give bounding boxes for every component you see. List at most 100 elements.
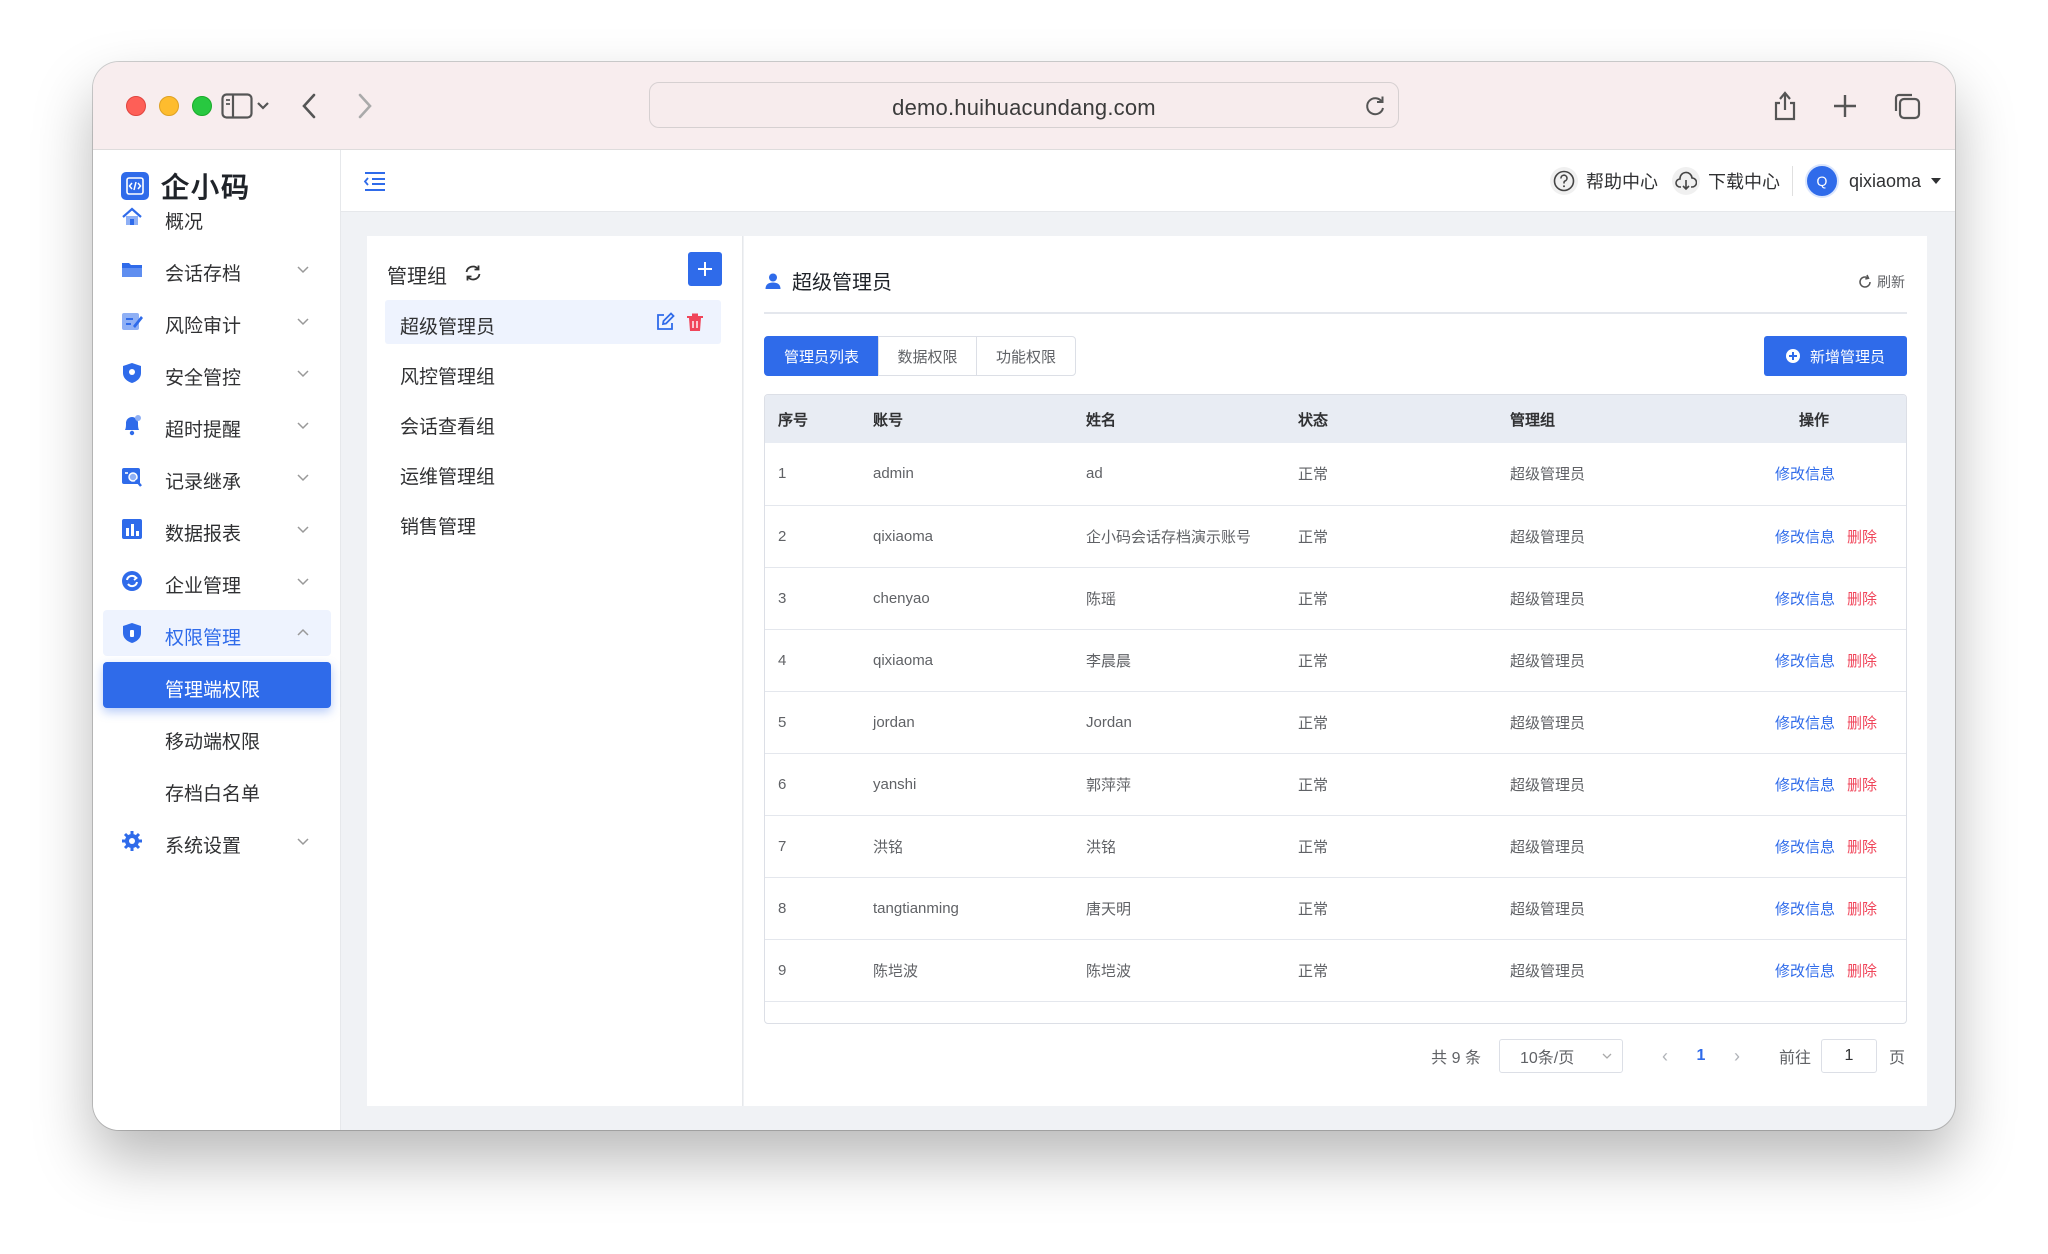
row-group: 超级管理员: [1510, 962, 1586, 980]
tab-overview-icon[interactable]: [1887, 86, 1927, 126]
delete-link[interactable]: 删除: [1847, 653, 1877, 670]
close-window-button[interactable]: [126, 96, 146, 116]
table-row: 7 洪铭 洪铭 正常 超级管理员 修改信息 删除: [765, 815, 1906, 877]
chevron-down-icon: [297, 578, 309, 586]
group-item[interactable]: 会话查看组: [385, 400, 721, 444]
delete-link[interactable]: 删除: [1847, 777, 1877, 794]
edit-info-link[interactable]: 修改信息: [1775, 529, 1835, 546]
audit-icon: [122, 313, 143, 330]
tab-function-permission[interactable]: 功能权限: [976, 336, 1077, 376]
minimize-window-button[interactable]: [159, 96, 179, 116]
row-actions: 修改信息 删除: [1709, 753, 1906, 815]
tab-admin-list[interactable]: 管理员列表: [764, 336, 880, 376]
sidebar-item-security[interactable]: 安全管控: [103, 350, 331, 396]
edit-info-link[interactable]: 修改信息: [1775, 963, 1835, 980]
new-tab-icon[interactable]: [1825, 86, 1865, 126]
prev-page-button[interactable]: ‹: [1647, 1046, 1683, 1067]
share-icon[interactable]: [1765, 86, 1805, 126]
edit-info-link[interactable]: 修改信息: [1775, 839, 1835, 856]
delete-link[interactable]: 删除: [1847, 715, 1877, 732]
chevron-down-icon[interactable]: [251, 86, 275, 126]
edit-info-link[interactable]: 修改信息: [1775, 715, 1835, 732]
download-center-link[interactable]: 下载中心: [1671, 167, 1780, 195]
edit-info-link[interactable]: 修改信息: [1775, 653, 1835, 670]
row-group: 超级管理员: [1510, 652, 1586, 670]
row-group: 超级管理员: [1510, 838, 1586, 856]
current-page[interactable]: 1: [1683, 1047, 1719, 1065]
tab-data-permission[interactable]: 数据权限: [877, 336, 978, 376]
page-size-select[interactable]: 10条/页: [1498, 1039, 1623, 1073]
address-bar[interactable]: demo.huihuacundang.com: [649, 82, 1399, 128]
edit-info-link[interactable]: 修改信息: [1775, 466, 1835, 483]
row-number: 6: [778, 775, 787, 793]
delete-link[interactable]: 删除: [1847, 963, 1877, 980]
edit-info-link[interactable]: 修改信息: [1775, 901, 1835, 918]
group-item[interactable]: 运维管理组: [385, 450, 721, 494]
sidebar-item-data-report[interactable]: 数据报表: [103, 506, 331, 552]
next-page-button[interactable]: ›: [1719, 1046, 1755, 1067]
sidebar-item-session-archive[interactable]: 会话存档: [103, 246, 331, 292]
group-item[interactable]: 销售管理: [385, 500, 721, 544]
group-item[interactable]: 超级管理员: [385, 300, 721, 344]
forward-arrow-icon[interactable]: [345, 86, 385, 126]
refresh-icon[interactable]: [463, 263, 483, 283]
edit-info-link[interactable]: 修改信息: [1775, 777, 1835, 794]
row-name: ad: [1086, 465, 1103, 483]
sidebar-item-overview[interactable]: 概况: [103, 194, 331, 240]
sidebar-item-timeout-reminder[interactable]: 超时提醒: [103, 402, 331, 448]
column-header: 状态: [1298, 411, 1329, 429]
avatar[interactable]: Q: [1804, 164, 1839, 198]
table-row: 9 陈垲波 陈垲波 正常 超级管理员 修改信息 删除: [765, 939, 1906, 1001]
chevron-down-icon: [297, 370, 309, 378]
table-row: 8 tangtianming 唐天明 正常 超级管理员 修改信息 删除: [765, 877, 1906, 939]
sidebar-item-permission[interactable]: 权限管理: [103, 610, 331, 656]
menu-fold-icon[interactable]: [363, 170, 387, 192]
edit-icon[interactable]: [655, 312, 675, 332]
sidebar-item-record-inherit[interactable]: 记录继承: [103, 454, 331, 500]
sidebar-item-system-settings[interactable]: 系统设置: [103, 818, 331, 864]
sidebar-subitem-mobile-permission[interactable]: 移动端权限: [103, 714, 331, 760]
username[interactable]: qixiaoma: [1849, 171, 1921, 192]
pagination-total: 共 9 条: [1431, 1050, 1481, 1067]
delete-link[interactable]: 删除: [1847, 901, 1877, 918]
sidebar-subitem-admin-permission[interactable]: 管理端权限: [103, 662, 331, 708]
edit-info-link[interactable]: 修改信息: [1775, 591, 1835, 608]
sidebar-item-risk-audit[interactable]: 风险审计: [103, 298, 331, 344]
add-group-button[interactable]: [688, 252, 722, 286]
row-status: 正常: [1298, 962, 1329, 980]
row-name: 洪铭: [1086, 838, 1117, 856]
delete-link[interactable]: 删除: [1847, 839, 1877, 856]
column-header: 序号: [778, 411, 809, 429]
delete-link[interactable]: 删除: [1847, 591, 1877, 608]
add-admin-button[interactable]: 新增管理员: [1763, 336, 1907, 376]
delete-link[interactable]: 删除: [1847, 529, 1877, 546]
caret-down-icon[interactable]: [1931, 178, 1941, 184]
trash-icon[interactable]: [685, 312, 705, 332]
sidebar: 企小码 概况 会话存档 风险审计 安全管控 超时提醒 记录继承 数据报表 企业管…: [93, 150, 341, 1130]
bell-icon: [125, 415, 141, 436]
sidebar-item-enterprise[interactable]: 企业管理: [103, 558, 331, 604]
admin-table: 序号 账号 姓名 状态 管理组 操作 1 admin ad 正常 超级管理员 修改信息 2 q…: [764, 394, 1907, 1024]
goto-label: 前往: [1778, 1050, 1811, 1067]
goto-page-input[interactable]: 1: [1820, 1039, 1877, 1073]
reload-icon[interactable]: [1362, 93, 1388, 119]
row-account: jordan: [873, 713, 915, 731]
help-center-link[interactable]: 帮助中心: [1549, 167, 1658, 195]
refresh-button[interactable]: 刷新: [1857, 272, 1905, 292]
table-row: 3 chenyao 陈瑶 正常 超级管理员 修改信息 删除: [765, 567, 1906, 629]
sidebar-subitem-archive-whitelist[interactable]: 存档白名单: [103, 766, 331, 812]
chevron-down-icon: [297, 422, 309, 430]
group-item[interactable]: 风控管理组: [385, 350, 721, 394]
column-header: 管理组: [1510, 411, 1556, 429]
zoom-window-button[interactable]: [192, 96, 212, 116]
chevron-down-icon: [297, 838, 309, 846]
row-account: admin: [873, 465, 914, 483]
row-account: 洪铭: [873, 838, 904, 856]
top-header: 帮助中心 下载中心 Q qixiaoma: [341, 150, 1955, 212]
back-arrow-icon[interactable]: [289, 86, 329, 126]
record-icon: [122, 468, 142, 487]
row-status: 正常: [1298, 466, 1329, 484]
cloud-download-icon: [1671, 167, 1700, 195]
row-status: 正常: [1298, 528, 1329, 546]
row-name: 企小码会话存档演示账号: [1086, 528, 1252, 546]
